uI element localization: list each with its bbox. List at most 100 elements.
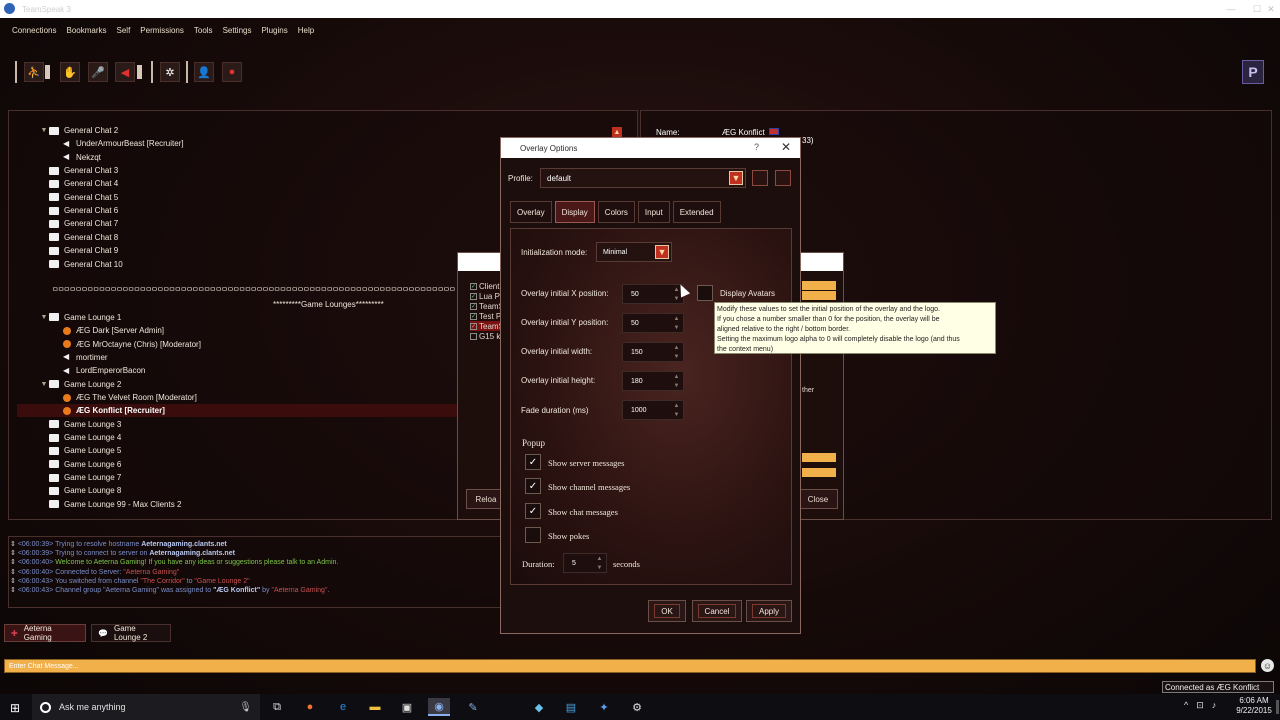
x-position-input[interactable]: 50 ▲ ▼ [622,284,684,304]
channel-item[interactable]: General Chat 9 [39,244,118,257]
channel-item[interactable]: Game Lounge 8 [39,484,121,497]
connect-dropdown-icon[interactable] [45,65,50,79]
log-text[interactable]: "The Corridor" [140,578,184,585]
checkbox-icon[interactable]: ✓ [470,322,477,330]
menu-tools[interactable]: Tools [194,26,213,35]
windows-start-icon[interactable]: ⊞ [10,701,20,715]
menu-settings[interactable]: Settings [223,26,252,35]
log-text[interactable]: "Game Lounge 2" [194,578,249,585]
spin-up-icon[interactable]: ▲ [673,402,680,410]
record-icon[interactable]: ● [222,62,242,82]
plugin-item[interactable]: ✓ Test P [470,311,501,321]
chevron-down-icon[interactable]: ▼ [655,245,669,259]
log-text[interactable]: "Aeterna Gaming" [123,569,179,576]
microphone-icon[interactable]: 🎙 [239,702,252,713]
file-explorer-icon[interactable]: ▬ [364,698,386,716]
expand-arrow-icon[interactable]: ▼ [39,381,49,388]
menu-self[interactable]: Self [117,26,131,35]
show-channel-messages-checkbox[interactable]: ✓ [525,478,541,494]
remove-profile-button[interactable] [775,170,791,186]
connect-icon[interactable]: ⛹ [24,62,44,82]
expand-arrow-icon[interactable]: ▼ [39,314,49,321]
plugin-item[interactable]: ✓ TeamS [470,321,504,331]
apply-button[interactable]: Apply [746,600,792,622]
spin-down-icon[interactable]: ▼ [673,324,680,332]
log-text[interactable]: Aeternagaming.clants.net [141,541,227,548]
spin-down-icon[interactable]: ▼ [673,382,680,390]
close-window-icon[interactable]: ✕ [1258,0,1280,18]
client-item[interactable]: ◀ UnderArmourBeast [Recruiter] [63,137,184,150]
client-item[interactable]: ÆG Dark [Server Admin] [63,324,164,337]
checkbox-icon[interactable]: ✓ [470,302,477,310]
height-input[interactable]: 180 ▲ ▼ [622,371,684,391]
tab-input[interactable]: Input [637,201,670,223]
channel-item[interactable]: General Chat 6 [39,204,118,217]
contacts-icon[interactable]: 👤 [194,62,214,82]
help-icon[interactable]: ? [754,142,759,152]
task-view-icon[interactable]: ⧉ [266,698,288,716]
server-tab-aeterna[interactable]: ✚ Aeterna Gaming [4,624,86,642]
close-icon[interactable]: ✕ [781,140,791,154]
spin-up-icon[interactable]: ▲ [596,555,603,563]
channel-item[interactable]: General Chat 3 [39,164,118,177]
spin-up-icon[interactable]: ▲ [673,315,680,323]
spin-down-icon[interactable]: ▼ [673,295,680,303]
teamspeak-task-icon[interactable]: ◉ [428,698,450,716]
log-text[interactable]: "ÆG Konflict" [213,587,260,594]
channel-item[interactable]: General Chat 5 [39,191,118,204]
channel-item[interactable]: Game Lounge 3 [39,418,121,431]
pin-icon[interactable]: ✦ [593,698,615,716]
close-plugins-button[interactable]: Close [798,489,838,509]
channel-item[interactable]: Game Lounge 99 - Max Clients 2 [39,498,181,508]
client-item[interactable]: ◀ mortimer [63,351,108,364]
emoticon-icon[interactable]: ☺ [1261,659,1274,672]
channel-item[interactable]: ▼ Game Lounge 1 [39,311,122,324]
checkbox-icon[interactable]: ✓ [470,292,477,300]
add-profile-button[interactable] [752,170,768,186]
channel-item[interactable]: General Chat 4 [39,177,118,190]
y-position-input[interactable]: 50 ▲ ▼ [622,313,684,333]
clock[interactable]: 6:06 AM 9/22/2015 [1232,696,1276,716]
firefox-icon[interactable]: ● [299,698,321,716]
show-desktop-button[interactable] [1276,700,1279,714]
show-chat-messages-checkbox[interactable]: ✓ [525,503,541,519]
expand-arrow-icon[interactable]: ▼ [39,127,49,134]
spin-down-icon[interactable]: ▼ [596,564,603,572]
store-icon[interactable]: ▣ [396,698,418,716]
tab-colors[interactable]: Colors [597,201,635,223]
speaker-mute-icon[interactable]: ◀ [115,62,135,82]
checkbox-icon[interactable]: ✓ [470,282,477,290]
fade-duration-input[interactable]: 1000 ▲ ▼ [622,400,684,420]
plugin-item[interactable]: ✓ Lua P [470,291,500,301]
mic-mute-icon[interactable]: 🎤 [88,62,108,82]
plugin-item[interactable]: ✓ TeamS [470,301,504,311]
channel-spacer[interactable]: ᄆᄆᄆᄆᄆᄆᄆᄆᄆᄆᄆᄆᄆᄆᄆᄆᄆᄆᄆᄆᄆᄆᄆᄆᄆᄆᄆᄆᄆᄆᄆᄆᄆᄆᄆᄆᄆᄆᄆᄆ… [52,284,456,297]
app-icon[interactable]: ◆ [528,698,550,716]
menu-connections[interactable]: Connections [12,26,56,35]
channel-item[interactable]: General Chat 7 [39,217,118,230]
channel-item[interactable]: Game Lounge 4 [39,431,121,444]
show-server-messages-checkbox[interactable]: ✓ [525,454,541,470]
monitor-icon[interactable]: ▤ [560,698,582,716]
edge-icon[interactable]: e [332,698,354,716]
show-pokes-checkbox[interactable] [525,527,541,543]
steam-icon[interactable]: ⚙ [626,698,648,716]
spin-down-icon[interactable]: ▼ [673,353,680,361]
plugin-item[interactable]: G15 k [470,331,500,341]
channel-item[interactable]: General Chat 8 [39,231,118,244]
ok-button[interactable]: OK [648,600,686,622]
duration-input[interactable]: 5 ▲ ▼ [563,553,607,573]
checkbox-icon[interactable] [470,332,477,340]
plugin-p-button[interactable]: P [1242,60,1264,84]
menu-plugins[interactable]: Plugins [261,26,287,35]
server-tab-game-lounge[interactable]: 💬 Game Lounge 2 [91,624,171,642]
volume-icon[interactable]: ♪ [1212,700,1217,711]
spin-up-icon[interactable]: ▲ [673,344,680,352]
log-text[interactable]: "Aeterna Gaming" [271,587,327,594]
search-input[interactable]: Ask me anything 🎙 [32,694,260,720]
spin-up-icon[interactable]: ▲ [673,373,680,381]
checkbox-icon[interactable]: ✓ [470,312,477,320]
init-mode-select[interactable]: Minimal ▼ [596,242,672,262]
menu-help[interactable]: Help [298,26,314,35]
cancel-button[interactable]: Cancel [692,600,742,622]
